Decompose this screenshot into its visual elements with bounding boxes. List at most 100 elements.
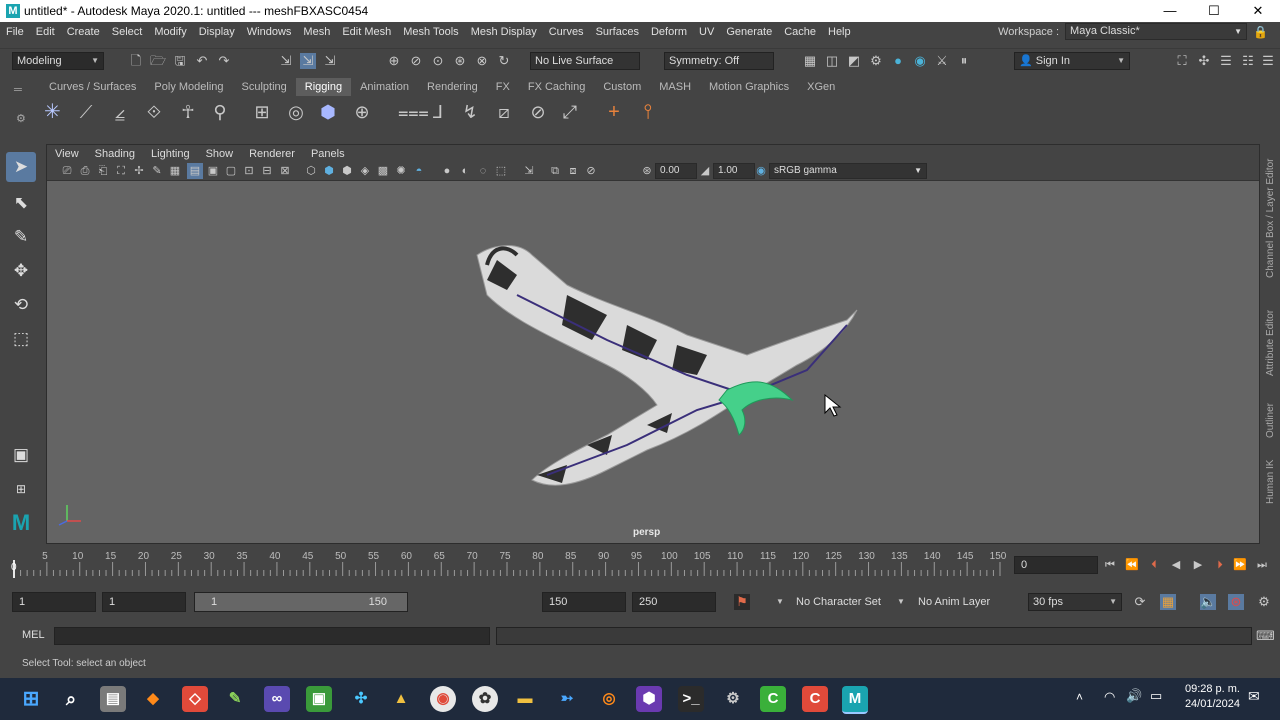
select-component-icon[interactable]: ⇲ <box>322 53 338 69</box>
shelf-menu-icon[interactable]: ═ <box>14 84 22 96</box>
animation-end-field[interactable]: 250 <box>632 592 716 612</box>
snap-surface-icon[interactable]: ⊗ <box>474 53 490 69</box>
menu-cache[interactable]: Cache <box>778 26 822 38</box>
create-joints-icon[interactable]: ✳ <box>44 102 61 122</box>
tab-xgen[interactable]: XGen <box>798 78 844 96</box>
git-app-icon[interactable]: ◇ <box>182 686 208 712</box>
snap-curve-icon[interactable]: ⊘ <box>408 53 424 69</box>
sign-in-dropdown[interactable]: 👤 Sign In ▼ <box>1014 52 1130 70</box>
cluster-icon[interactable]: ⊕ <box>354 103 370 121</box>
locator-joint-icon[interactable]: ⫯ <box>640 102 656 122</box>
move-tool-icon[interactable]: ✥ <box>6 256 36 286</box>
menu-windows[interactable]: Windows <box>241 26 298 38</box>
menu-uv[interactable]: UV <box>693 26 720 38</box>
maya-app-icon[interactable]: M <box>842 686 868 714</box>
toggle-attribute-editor-icon[interactable]: ☰ <box>1218 53 1234 69</box>
blender-app-icon[interactable]: ◎ <box>596 686 622 712</box>
minecraft-app-icon[interactable]: ▣ <box>306 686 332 712</box>
lock-icon[interactable]: 🔒 <box>1253 25 1268 39</box>
swift-app-icon[interactable]: ➳ <box>554 686 580 712</box>
open-scene-icon[interactable]: 🗁 <box>150 53 166 69</box>
step-forward-key-icon[interactable]: ⏵ <box>1212 557 1228 573</box>
viewport-panel[interactable]: View Shading Lighting Show Renderer Pane… <box>46 144 1260 544</box>
menu-create[interactable]: Create <box>61 26 106 38</box>
select-hierarchy-icon[interactable]: ⇲ <box>278 53 294 69</box>
go-to-end-icon[interactable]: ⏭ <box>1254 557 1270 573</box>
menu-select[interactable]: Select <box>106 26 149 38</box>
tab-poly-modeling[interactable]: Poly Modeling <box>145 78 232 96</box>
locator-icon[interactable]: + <box>606 102 622 122</box>
notification-icon[interactable]: ✉ <box>1248 688 1260 705</box>
save-scene-icon[interactable]: 🖫 <box>172 53 188 69</box>
orient-constraint-icon[interactable]: ⧄ <box>496 103 512 121</box>
command-input[interactable] <box>54 627 490 645</box>
tab-fx-caching[interactable]: FX Caching <box>519 78 594 96</box>
parent-constraint-icon[interactable]: ⅃ <box>430 103 446 121</box>
lattice-icon[interactable]: ⬢ <box>320 103 336 121</box>
tab-sculpting[interactable]: Sculpting <box>233 78 296 96</box>
side-tab-channel-box[interactable]: Channel Box / Layer Editor <box>1265 152 1276 278</box>
character-mesh[interactable] <box>476 245 858 486</box>
aim-constraint-icon[interactable]: ⊘ <box>530 103 546 121</box>
go-to-start-icon[interactable]: ⏮ <box>1102 557 1118 573</box>
command-language-label[interactable]: MEL <box>22 629 45 641</box>
pause-icon[interactable]: ⏸ <box>956 53 972 69</box>
play-forward-icon[interactable]: ▶ <box>1190 557 1206 573</box>
select-tool-icon[interactable]: ➤ <box>6 152 36 182</box>
single-pane-layout-icon[interactable]: ▣ <box>6 440 36 470</box>
wifi-icon[interactable]: ◠ <box>1104 689 1115 705</box>
paint-select-tool-icon[interactable]: ✎ <box>6 222 36 252</box>
script-editor-icon[interactable]: ⌨ <box>1256 628 1275 644</box>
menu-mesh[interactable]: Mesh <box>297 26 336 38</box>
current-frame-field[interactable]: 0 <box>1014 556 1098 574</box>
script-editor-icon[interactable]: ⚔ <box>934 53 950 69</box>
time-slider-ruler[interactable]: 5 10 15 20 25 30 35 40 45 50 55 60 65 70 75 80 85 90 95 100… <box>0 548 1010 580</box>
tab-custom[interactable]: Custom <box>594 78 650 96</box>
loop-icon[interactable]: ⟳ <box>1132 594 1148 610</box>
auto-key-icon[interactable]: ⚑ <box>734 594 750 610</box>
chatgpt-app-icon[interactable]: ✿ <box>472 686 498 712</box>
chevron-down-icon[interactable]: ▼ <box>893 594 909 610</box>
tab-rendering[interactable]: Rendering <box>418 78 487 96</box>
cache-playback-icon[interactable]: ▦ <box>1160 594 1176 610</box>
gamepad-app-icon[interactable]: ✣ <box>348 686 374 712</box>
scale-tool-icon[interactable]: ⬚ <box>6 324 36 354</box>
playback-start-field[interactable]: 1 <box>102 592 186 612</box>
menu-file[interactable]: File <box>0 26 30 38</box>
menu-modify[interactable]: Modify <box>148 26 192 38</box>
taskbar-clock[interactable]: 09:28 p. m. 24/01/2024 <box>1176 682 1240 712</box>
tab-motion-graphics[interactable]: Motion Graphics <box>700 78 798 96</box>
vlc-app-icon[interactable]: ▲ <box>388 686 414 712</box>
new-scene-icon[interactable]: 🗋 <box>128 53 144 69</box>
chrome-app-icon[interactable]: ◉ <box>430 686 456 712</box>
character-set-dropdown[interactable]: No Character Set <box>796 596 881 608</box>
c-app-icon[interactable]: C <box>802 686 828 712</box>
menu-edit-mesh[interactable]: Edit Mesh <box>336 26 397 38</box>
shelf-settings-icon[interactable]: ⚙ <box>16 112 26 125</box>
render-view-icon[interactable]: ▦ <box>802 53 818 69</box>
chevron-down-icon[interactable]: ▼ <box>772 594 788 610</box>
menu-mesh-display[interactable]: Mesh Display <box>465 26 543 38</box>
gear-app-icon[interactable]: ⚙ <box>720 686 746 712</box>
menu-display[interactable]: Display <box>193 26 241 38</box>
search-icon[interactable]: ⌕ <box>58 686 84 712</box>
select-object-icon[interactable]: ⇲ <box>300 53 316 69</box>
chevron-up-icon[interactable]: ˄ <box>1076 690 1083 704</box>
render-frame-icon[interactable]: ◫ <box>824 53 840 69</box>
bind-skin-icon[interactable]: ⊞ <box>254 103 270 121</box>
toggle-human-ik-icon[interactable]: ✣ <box>1196 53 1212 69</box>
camtasia-app-icon[interactable]: C <box>760 686 786 712</box>
minimize-button[interactable]: — <box>1148 0 1192 22</box>
play-backward-icon[interactable]: ◀ <box>1168 557 1184 573</box>
redo-icon[interactable]: ↷ <box>216 53 232 69</box>
four-pane-layout-icon[interactable]: ⊞ <box>6 474 36 504</box>
menu-edit[interactable]: Edit <box>30 26 61 38</box>
tab-curves-surfaces[interactable]: Curves / Surfaces <box>40 78 145 96</box>
toggle-modeling-toolkit-icon[interactable]: ⛶ <box>1174 53 1190 69</box>
ipr-render-icon[interactable]: ◩ <box>846 53 862 69</box>
photo-app-icon[interactable]: ✎ <box>222 686 248 712</box>
visual-studio-app-icon[interactable]: ∞ <box>264 686 290 712</box>
live-surface-field[interactable]: No Live Surface <box>530 52 640 70</box>
render-settings-icon[interactable]: ⚙ <box>868 53 884 69</box>
animation-preferences-icon[interactable]: ⚙ <box>1256 594 1272 610</box>
